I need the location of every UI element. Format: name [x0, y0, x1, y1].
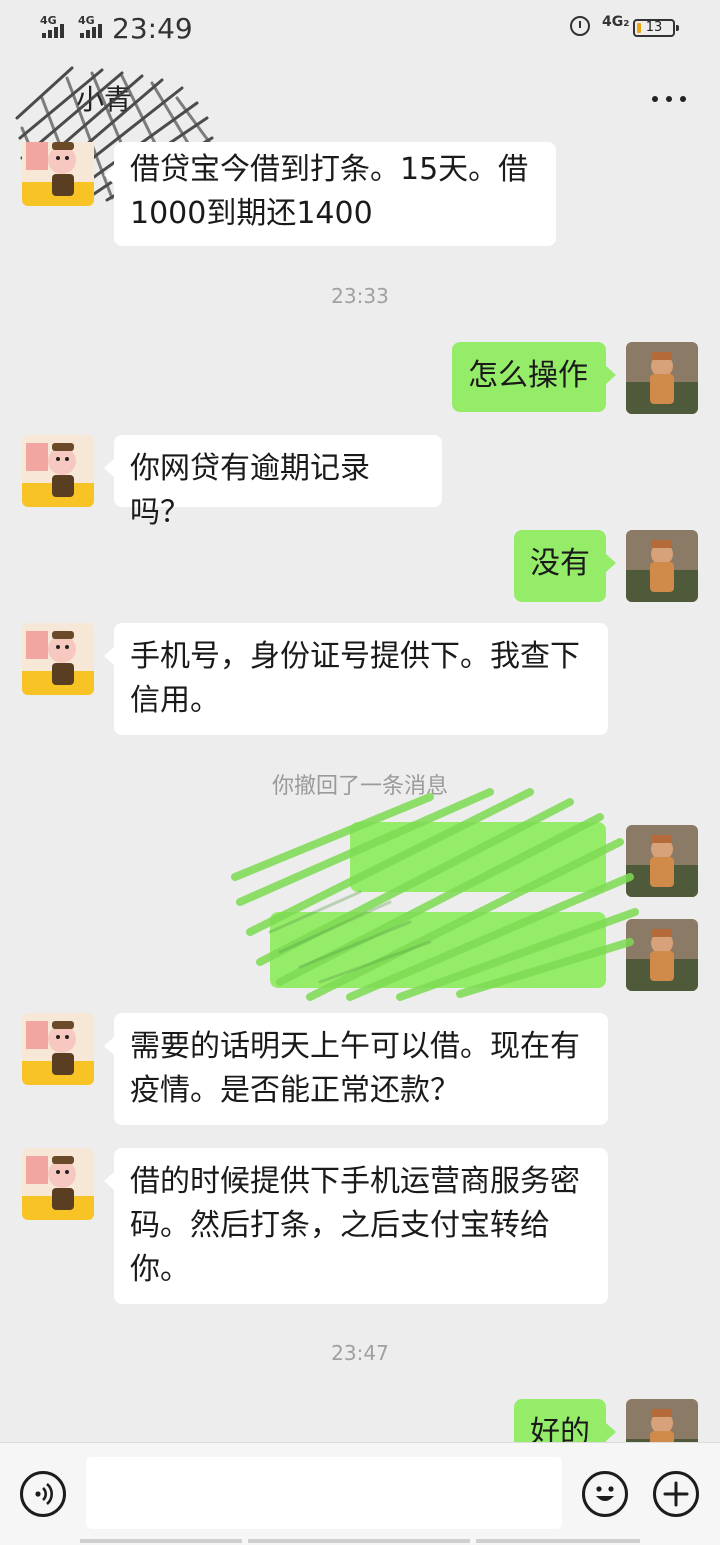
- contact-avatar[interactable]: [22, 623, 94, 695]
- plus-icon: [663, 1481, 689, 1507]
- message-bubble-incoming[interactable]: 借贷宝今借到打条。15天。借1000到期还1400: [104, 142, 556, 246]
- status-time: 23:49: [112, 12, 193, 45]
- nav-indicator: [476, 1539, 640, 1543]
- message-bubble-outgoing[interactable]: 没有: [514, 530, 616, 602]
- battery-icon: 13: [633, 19, 679, 37]
- message-bubble-outgoing[interactable]: 好的: [514, 1399, 616, 1442]
- voice-button[interactable]: [20, 1471, 66, 1517]
- chat-header: 小青: [0, 56, 720, 205]
- input-bar: [0, 1442, 720, 1545]
- message-timestamp: 23:33: [331, 284, 389, 308]
- message-bubble-incoming[interactable]: 你网贷有逾期记录吗？: [104, 435, 442, 530]
- message-list[interactable]: 借贷宝今借到打条。15天。借1000到期还1400 23:33 怎么操作 你网贷…: [0, 142, 720, 1442]
- signal-label-2: 4G: [78, 14, 95, 27]
- redaction-green-scribble: [231, 788, 639, 1001]
- emoji-button[interactable]: [582, 1471, 628, 1517]
- status-bar: 4G 4G 23:49 4G₂ 13: [0, 0, 720, 56]
- my-avatar[interactable]: [626, 1399, 698, 1442]
- my-avatar[interactable]: [626, 342, 698, 414]
- message-bubble-incoming[interactable]: 需要的话明天上午可以借。现在有疫情。是否能正常还款？: [104, 1013, 608, 1125]
- contact-avatar[interactable]: [22, 142, 94, 206]
- more-functions-button[interactable]: [653, 1471, 699, 1517]
- alarm-icon: [570, 16, 590, 36]
- message-timestamp: 23:47: [331, 1341, 389, 1365]
- message-text: 好的: [530, 1415, 590, 1442]
- contact-avatar[interactable]: [22, 1148, 94, 1220]
- nav-indicator: [80, 1539, 242, 1543]
- message-text: 怎么操作: [468, 358, 588, 393]
- message-bubble-incoming[interactable]: 手机号，身份证号提供下。我查下信用。: [104, 623, 608, 735]
- message-text: 借贷宝今借到打条。15天。借1000到期还1400: [130, 152, 529, 231]
- voice-icon: [35, 1483, 53, 1505]
- message-text: 手机号，身份证号提供下。我查下信用。: [130, 639, 580, 718]
- message-bubble-incoming[interactable]: 借的时候提供下手机运营商服务密码。然后打条，之后支付宝转给你。: [104, 1148, 608, 1304]
- message-text: 需要的话明天上午可以借。现在有疫情。是否能正常还款？: [130, 1029, 580, 1108]
- contact-avatar[interactable]: [22, 435, 94, 507]
- message-input[interactable]: [86, 1457, 562, 1529]
- message-text: 你网贷有逾期记录吗？: [130, 451, 370, 530]
- my-avatar[interactable]: [626, 530, 698, 602]
- contact-avatar[interactable]: [22, 1013, 94, 1085]
- signal-label-1: 4G: [40, 14, 57, 27]
- network-indicator: 4G₂: [602, 14, 630, 30]
- message-bubble-outgoing[interactable]: 怎么操作: [452, 342, 616, 412]
- battery-percent: 13: [645, 20, 663, 35]
- more-options-button[interactable]: [650, 86, 690, 110]
- emoji-icon: [596, 1486, 614, 1501]
- nav-indicator: [248, 1539, 470, 1543]
- message-text: 没有: [530, 546, 590, 581]
- message-text: 借的时候提供下手机运营商服务密码。然后打条，之后支付宝转给你。: [130, 1164, 580, 1287]
